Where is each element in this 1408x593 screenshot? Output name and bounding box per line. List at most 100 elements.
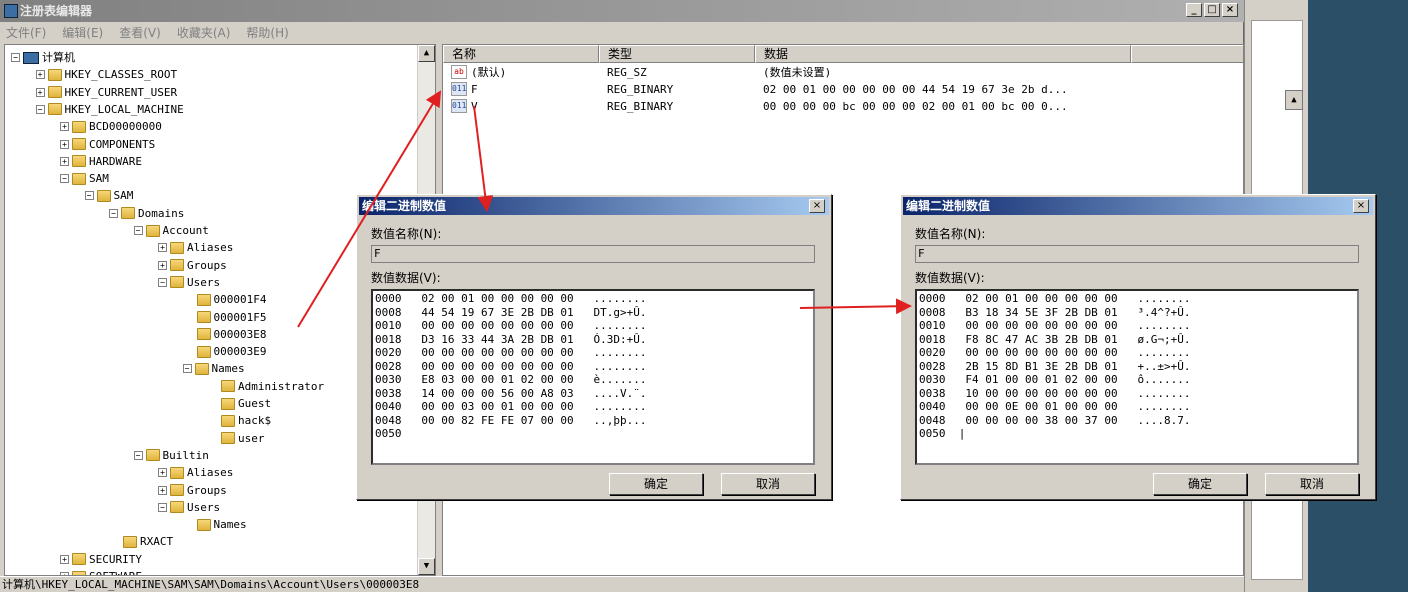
ok-button[interactable]: 确定 — [1153, 473, 1247, 495]
tree-node-label: hack$ — [238, 414, 272, 428]
close-icon[interactable]: × — [1353, 199, 1369, 213]
tree-node[interactable]: − Users — [158, 274, 220, 291]
close-button[interactable]: × — [1222, 3, 1238, 17]
scroll-up-arrow-icon[interactable]: ▲ — [1285, 90, 1303, 110]
folder-icon — [123, 535, 137, 548]
collapse-icon[interactable]: − — [84, 191, 94, 201]
tree-node[interactable]: + Aliases — [158, 239, 233, 256]
folder-icon — [47, 103, 62, 116]
tree-node[interactable]: + Aliases — [158, 464, 233, 481]
hex-line: 0020 00 00 00 00 00 00 00 00 ........ — [919, 346, 1191, 359]
folder-icon — [47, 68, 62, 81]
tree-node[interactable]: + HKEY_CLASSES_ROOT — [35, 66, 177, 83]
menu-favorites[interactable]: 收藏夹(A) — [177, 22, 231, 44]
list-item[interactable]: 011 V REG_BINARY 00 00 00 00 bc 00 00 00 02… — [443, 98, 1243, 115]
ok-button[interactable]: 确定 — [609, 473, 703, 495]
expand-icon[interactable]: + — [35, 70, 45, 80]
menu-help[interactable]: 帮助(H) — [246, 22, 288, 44]
tree-node[interactable]: + Groups — [158, 482, 227, 499]
hex-line: 0008 B3 18 34 5E 3F 2B DB 01 ³.4^?+Û. — [919, 305, 1191, 319]
tree-node[interactable]: user — [207, 430, 265, 447]
tree-node[interactable]: − SAM — [60, 170, 109, 187]
tree-node[interactable]: + COMPONENTS — [60, 136, 155, 153]
expand-icon[interactable]: + — [158, 485, 167, 495]
collapse-icon[interactable]: − — [158, 277, 167, 287]
close-icon[interactable]: × — [809, 199, 825, 213]
hex-line: 0010 00 00 00 00 00 00 00 00 ........ — [919, 319, 1191, 332]
collapse-icon[interactable]: − — [182, 364, 192, 374]
dialog-title[interactable]: 编辑二进制数值 — [903, 197, 1373, 215]
expand-icon[interactable]: + — [60, 554, 69, 564]
computer-icon — [23, 51, 39, 64]
tree-node-label: Builtin — [162, 448, 209, 462]
column-type[interactable]: 类型 — [599, 45, 755, 63]
tree-node[interactable]: + Groups — [158, 257, 227, 274]
expand-icon[interactable]: + — [158, 260, 167, 270]
column-name[interactable]: 名称 — [443, 45, 599, 63]
tree-node[interactable]: − 计算机 — [11, 49, 75, 66]
maximize-button[interactable]: □ — [1204, 3, 1220, 17]
tree-node[interactable]: 000001F4 — [183, 291, 267, 308]
expand-icon[interactable]: + — [35, 87, 45, 97]
folder-icon — [196, 345, 211, 358]
tree-node[interactable]: RXACT — [109, 533, 173, 550]
menu-file[interactable]: 文件(F) — [6, 22, 46, 44]
collapse-icon[interactable]: − — [158, 502, 167, 512]
tree-node[interactable]: + SECURITY — [60, 551, 142, 568]
tree-node[interactable]: − SAM — [84, 187, 134, 204]
tree-node-label: SAM — [113, 189, 134, 203]
status-bar: 计算机\HKEY_LOCAL_MACHINE\SAM\SAM\Domains\A… — [0, 576, 1244, 592]
tree-node[interactable]: − Users — [158, 499, 220, 516]
tree-node[interactable]: 000003E8 — [183, 326, 266, 343]
cancel-button[interactable]: 取消 — [1265, 473, 1359, 495]
tree-node[interactable]: − Domains — [109, 205, 184, 222]
menu-edit[interactable]: 编辑(E) — [62, 22, 103, 44]
list-item[interactable]: ab (默认) REG_SZ (数值未设置) — [443, 64, 1243, 81]
tree-node[interactable]: − HKEY_LOCAL_MACHINE — [35, 101, 184, 118]
cancel-button[interactable]: 取消 — [721, 473, 815, 495]
expand-icon[interactable]: + — [158, 243, 167, 253]
collapse-icon[interactable]: − — [109, 208, 118, 218]
tree-node[interactable]: − Names — [182, 360, 245, 377]
collapse-icon[interactable]: − — [133, 226, 143, 235]
tree-node[interactable]: + HKEY_CURRENT_USER — [35, 84, 178, 101]
collapse-icon[interactable]: − — [11, 53, 20, 62]
tree-node[interactable]: 000001F5 — [183, 309, 266, 326]
menu-view[interactable]: 查看(V) — [119, 22, 161, 44]
title-bar[interactable]: 注册表编辑器 _ □ × — [0, 0, 1244, 22]
hex-line: 0030 E8 03 00 00 01 02 00 00 è....... — [375, 373, 647, 386]
tree-node[interactable]: 000003E9 — [183, 343, 266, 360]
expand-icon[interactable]: + — [60, 122, 69, 132]
scroll-up-arrow-icon[interactable]: ▲ — [418, 45, 435, 62]
tree-node-label: 000001F4 — [213, 293, 267, 307]
collapse-icon[interactable]: − — [133, 450, 143, 460]
collapse-icon[interactable]: − — [60, 174, 69, 184]
tree-node[interactable]: +SOFTWARE — [60, 568, 142, 575]
column-data[interactable]: 数据 — [755, 45, 1131, 63]
collapse-icon[interactable]: − — [35, 104, 45, 114]
tree-node[interactable]: hack$ — [207, 412, 271, 429]
scroll-down-arrow-icon[interactable]: ▼ — [418, 558, 435, 575]
column-filler — [1131, 45, 1243, 63]
tree-node[interactable]: + BCD00000000 — [60, 118, 162, 135]
value-name-label: 数值名称(N): — [915, 227, 986, 241]
tree-node[interactable]: − Account — [133, 222, 209, 239]
hex-editor[interactable]: 0000 02 00 01 00 00 00 00 00 ........ 000… — [915, 289, 1359, 465]
tree-node[interactable]: − Builtin — [133, 447, 209, 464]
dialog-title[interactable]: 编辑二进制数值 — [359, 197, 829, 215]
value-name: (默认) — [471, 66, 507, 79]
tree-node-label: HKEY_CURRENT_USER — [64, 85, 178, 99]
folder-icon — [72, 155, 86, 168]
hex-editor[interactable]: 0000 02 00 01 00 00 00 00 00 ........ 000… — [371, 289, 815, 465]
tree-node[interactable]: + HARDWARE — [60, 153, 142, 170]
expand-icon[interactable]: + — [60, 156, 69, 166]
tree-node[interactable]: Administrator — [207, 378, 324, 395]
tree-node-label: Aliases — [187, 241, 234, 255]
expand-icon[interactable]: + — [60, 139, 69, 149]
value-data: 00 00 00 00 bc 00 00 00 02 00 01 00 bc 0… — [763, 100, 1068, 113]
tree-node[interactable]: Names — [183, 516, 247, 533]
minimize-button[interactable]: _ — [1186, 3, 1202, 17]
expand-icon[interactable]: + — [158, 468, 167, 478]
list-item[interactable]: 011 F REG_BINARY 02 00 01 00 00 00 00 00 44… — [443, 81, 1243, 98]
tree-node[interactable]: Guest — [207, 395, 271, 412]
